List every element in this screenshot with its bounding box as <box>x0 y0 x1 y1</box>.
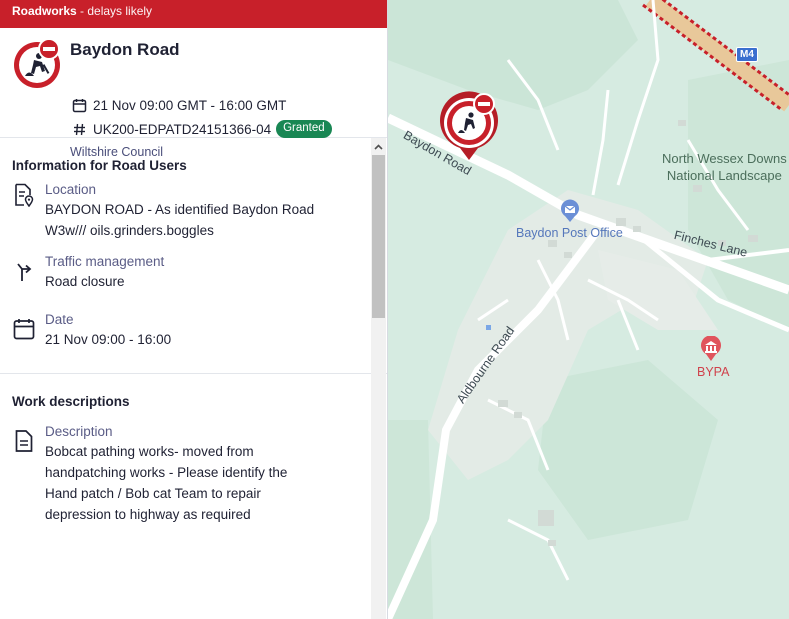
description-label: Description <box>45 424 113 439</box>
status-badge: Granted <box>276 120 332 138</box>
date-label: Date <box>45 312 74 327</box>
map-view[interactable]: Baydon Road Baydon Post Office Finches L… <box>388 0 789 619</box>
work-descriptions-heading: Work descriptions <box>12 394 130 409</box>
works-reference: UK200-EDPATD24151366-04 <box>93 121 272 137</box>
scrollbar-thumb[interactable] <box>372 155 385 318</box>
work-descriptions-section: Work descriptions Description Bobcat pat… <box>0 374 387 523</box>
works-date-row: 21 Nov 09:00 GMT - 16:00 GMT <box>70 96 286 114</box>
location-value-line2: W3w/// oils.grinders.boggles <box>45 223 214 238</box>
map-pin-icon[interactable] <box>438 90 500 162</box>
banner-subtitle: - delays likely <box>80 4 153 18</box>
scrollbar[interactable] <box>371 138 386 619</box>
alert-banner: Roadworks - delays likely <box>0 0 387 28</box>
calendar-icon <box>70 96 88 114</box>
map-label-landscape-line2: National Landscape <box>666 168 782 183</box>
date-value: 21 Nov 09:00 - 16:00 <box>45 332 172 347</box>
works-title: Baydon Road <box>70 40 180 59</box>
traffic-management-value: Road closure <box>45 274 125 289</box>
turn-arrow-icon <box>12 259 36 283</box>
map-label-landscape: North Wessex Downs National Landscape <box>662 150 787 184</box>
traffic-management-item: Traffic management Road closure <box>12 253 387 311</box>
description-line: Hand patch / Bob cat Team to repair <box>45 486 261 501</box>
roadworks-sign-icon <box>12 38 64 90</box>
works-reference-row: UK200-EDPATD24151366-04 Granted <box>70 120 332 138</box>
description-line: depression to highway as required <box>45 507 251 522</box>
scroll-up-icon[interactable] <box>371 140 386 154</box>
map-label-landscape-line1: North Wessex Downs <box>662 151 787 166</box>
map-label-bypa: BYPA <box>697 365 730 379</box>
document-icon <box>12 429 36 453</box>
calendar-icon <box>12 317 36 341</box>
map-label-post-office: Baydon Post Office <box>516 226 623 240</box>
description-line: handpatching works - Please identify the <box>45 465 288 480</box>
details-scroll-area[interactable]: Information for Road Users Location BAYD… <box>0 138 387 619</box>
location-value-line1: BAYDON ROAD - As identified Baydon Road <box>45 202 315 217</box>
hash-icon <box>70 120 88 138</box>
description-line: Bobcat pathing works- moved from <box>45 444 254 459</box>
works-date-range: 21 Nov 09:00 GMT - 16:00 GMT <box>93 97 287 113</box>
works-header: Baydon Road 21 Nov 09:00 GMT - 16:00 GMT… <box>0 28 387 159</box>
road-users-section: Information for Road Users Location BAYD… <box>0 138 387 374</box>
location-label: Location <box>45 182 97 197</box>
motorway-shield: M4 <box>736 47 758 62</box>
post-office-icon[interactable] <box>559 199 581 223</box>
location-item: Location BAYDON ROAD - As identified Bay… <box>12 181 387 253</box>
roadworks-detail-panel: Roadworks - delays likely Baydon Road 21… <box>0 0 388 619</box>
banner-title: Roadworks <box>12 4 77 18</box>
date-item: Date 21 Nov 09:00 - 16:00 <box>12 311 387 369</box>
road-users-heading: Information for Road Users <box>12 158 187 173</box>
museum-icon[interactable] <box>700 336 722 362</box>
traffic-management-label: Traffic management <box>45 254 165 269</box>
location-document-icon <box>12 183 36 207</box>
description-item: Description Bobcat pathing works- moved … <box>12 423 387 523</box>
